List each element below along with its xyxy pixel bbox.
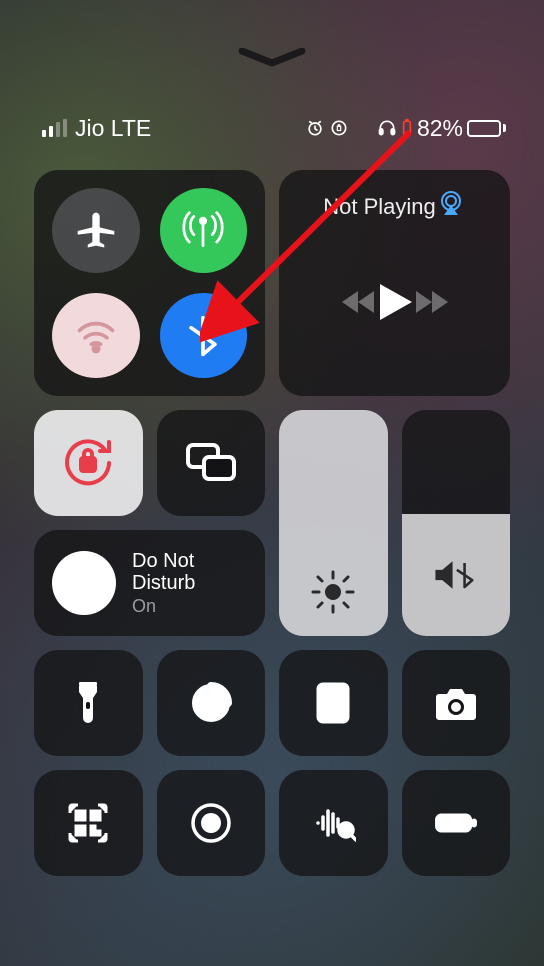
status-right: 82% (305, 115, 506, 142)
qr-scanner-button[interactable] (34, 770, 143, 876)
headphones-status-icon (377, 118, 397, 138)
status-bar: Jio LTE 82% (0, 108, 544, 148)
low-power-mode-button[interactable] (402, 770, 511, 876)
screen-mirroring-button[interactable] (157, 410, 266, 516)
status-left: Jio LTE (42, 115, 151, 142)
airplane-mode-button[interactable] (52, 188, 140, 273)
camera-button[interactable] (402, 650, 511, 756)
media-title: Not Playing (323, 194, 436, 220)
battery-pct: 82% (417, 115, 463, 142)
airplay-icon[interactable] (436, 188, 466, 218)
media-prev-button[interactable] (340, 288, 376, 321)
bluetooth-button[interactable] (160, 293, 248, 378)
calculator-button[interactable] (279, 650, 388, 756)
orientation-lock-status-icon (329, 118, 349, 138)
wifi-button[interactable] (52, 293, 140, 378)
sun-icon (311, 570, 355, 614)
media-play-button[interactable] (376, 282, 414, 327)
orientation-lock-button[interactable] (34, 410, 143, 516)
carrier-label: Jio LTE (75, 115, 151, 142)
cellular-data-button[interactable] (160, 188, 248, 273)
media-next-button[interactable] (414, 288, 450, 321)
battery-icon (467, 120, 506, 137)
signal-icon (42, 119, 67, 137)
moon-status-icon (353, 118, 373, 138)
volume-slider[interactable] (402, 410, 511, 636)
do-not-disturb-button[interactable]: Do Not Disturb On (34, 530, 265, 636)
timer-button[interactable] (157, 650, 266, 756)
brightness-slider[interactable] (279, 410, 388, 636)
connectivity-tile (34, 170, 265, 396)
dismiss-chevron[interactable] (237, 48, 307, 68)
flashlight-button[interactable] (34, 650, 143, 756)
speaker-bluetooth-icon (432, 555, 480, 595)
alarm-icon (305, 118, 325, 138)
control-grid: Not Playing Do Not Disturb On (34, 170, 510, 966)
low-battery-icon (401, 118, 413, 138)
screen-record-button[interactable] (157, 770, 266, 876)
media-tile[interactable]: Not Playing (279, 170, 510, 396)
dnd-sub: On (132, 596, 247, 617)
dnd-title: Do Not Disturb (132, 550, 247, 594)
moon-icon (52, 551, 116, 615)
music-recognition-button[interactable] (279, 770, 388, 876)
